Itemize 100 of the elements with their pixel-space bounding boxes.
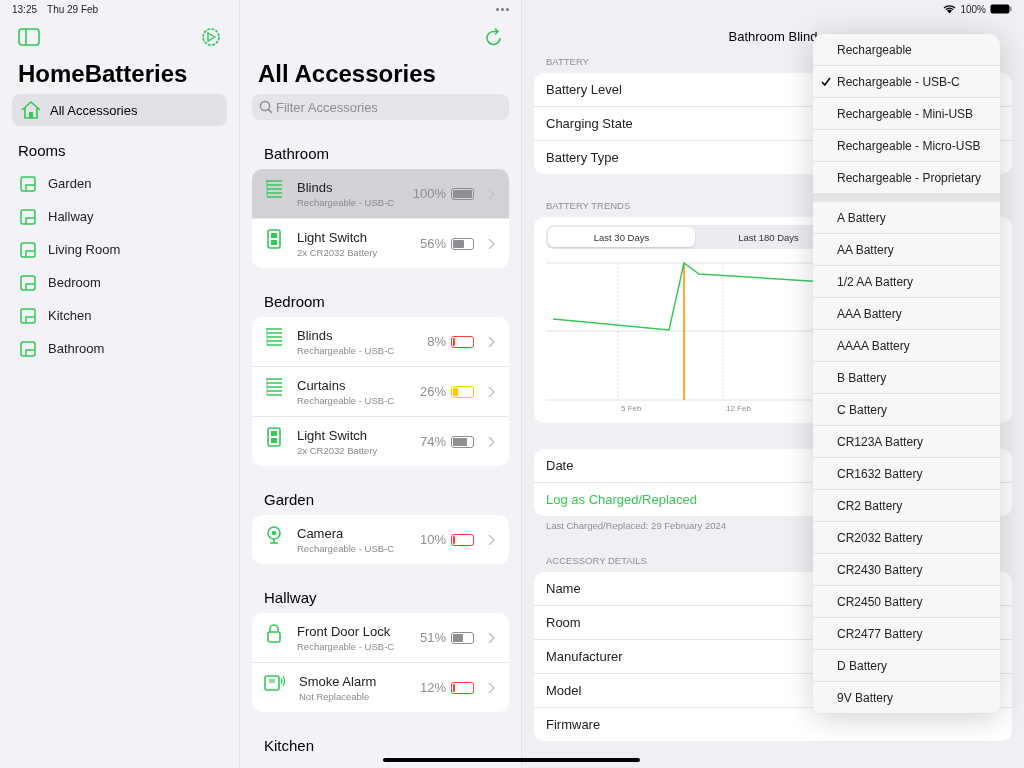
- battery-type-label: 2x CR2032 Battery: [297, 246, 379, 258]
- chevron-icon: [488, 335, 495, 348]
- row-label[interactable]: Manufacturer: [546, 649, 623, 664]
- menu-item-label: A Battery: [837, 209, 886, 226]
- section-header: ACCESSORY DETAILS: [546, 555, 647, 566]
- battery-percent: 10%: [419, 532, 446, 547]
- row-label[interactable]: Battery Type: [546, 150, 619, 165]
- row-label[interactable]: Battery Level: [546, 82, 622, 97]
- accessory-row[interactable]: Front Door Lock Rechargeable - USB-C 51%: [252, 613, 509, 663]
- blinds-icon: [264, 377, 284, 397]
- battery-type-label: Rechargeable - USB-C: [297, 542, 396, 554]
- battery-type-label: Not Replaceable: [299, 690, 371, 702]
- switch-icon: [264, 427, 284, 447]
- menu-item[interactable]: 9V Battery: [813, 682, 1000, 714]
- menu-item-label: C Battery: [837, 401, 887, 418]
- row-label[interactable]: Charging State: [546, 116, 633, 131]
- menu-item[interactable]: Rechargeable - Micro-USB: [813, 130, 1000, 162]
- room-item[interactable]: Hallway: [12, 200, 227, 233]
- battery-percentage: 100%: [960, 3, 986, 15]
- menu-item[interactable]: CR2450 Battery: [813, 586, 1000, 618]
- menu-item-label: AAA Battery: [837, 305, 902, 322]
- battery-percent: 51%: [419, 630, 446, 645]
- row-label[interactable]: Date: [546, 458, 574, 473]
- menu-item[interactable]: AAAA Battery: [813, 330, 1000, 362]
- menu-item[interactable]: Rechargeable - Mini-USB: [813, 98, 1000, 130]
- menu-item-label: CR2 Battery: [837, 497, 903, 514]
- gear-icon[interactable]: [201, 27, 221, 47]
- section-header: Garden: [263, 490, 316, 510]
- axis-label: 12 Feb: [726, 404, 751, 413]
- accessory-row[interactable]: Light Switch 2x CR2032 Battery 74%: [252, 417, 509, 466]
- menu-item-label: 9V Battery: [837, 689, 894, 706]
- page-title: All Accessories: [257, 59, 437, 89]
- section-header: BATTERY: [546, 56, 589, 67]
- battery-type-label: Rechargeable - USB-C: [297, 196, 396, 208]
- menu-item[interactable]: C Battery: [813, 394, 1000, 426]
- menu-item[interactable]: CR2032 Battery: [813, 522, 1000, 554]
- search-field[interactable]: Filter Accessories: [252, 94, 509, 120]
- menu-item[interactable]: D Battery: [813, 650, 1000, 682]
- section-header: BATTERY TRENDS: [546, 200, 631, 211]
- chevron-icon: [488, 681, 495, 694]
- status-time: 13:25: [12, 3, 38, 15]
- room-item[interactable]: Bathroom: [12, 332, 227, 365]
- search-icon: [259, 100, 273, 114]
- menu-item[interactable]: A Battery: [813, 202, 1000, 234]
- menu-item-label: CR2430 Battery: [837, 561, 923, 578]
- wifi-icon: [943, 4, 957, 14]
- room-icon: [20, 274, 36, 291]
- menu-item[interactable]: AAA Battery: [813, 298, 1000, 330]
- menu-item-label: CR2032 Battery: [837, 529, 923, 546]
- row-label[interactable]: Name: [546, 581, 581, 596]
- accessory-row[interactable]: Blinds Rechargeable - USB-C 100%: [252, 169, 509, 219]
- row-label[interactable]: Room: [546, 615, 581, 630]
- accessory-row[interactable]: Blinds Rechargeable - USB-C 8%: [252, 317, 509, 367]
- row-label[interactable]: Model: [546, 683, 582, 698]
- blinds-icon: [264, 327, 284, 347]
- refresh-icon[interactable]: [485, 27, 503, 47]
- menu-item[interactable]: CR1632 Battery: [813, 458, 1000, 490]
- chevron-icon: [488, 237, 495, 250]
- app-title: HomeBatteries: [17, 59, 189, 89]
- battery-type-label: Rechargeable - USB-C: [297, 344, 396, 356]
- menu-item-label: CR2450 Battery: [837, 593, 923, 610]
- menu-item-label: D Battery: [837, 657, 887, 674]
- segment-tab[interactable]: Last 30 Days: [548, 227, 695, 247]
- menu-item[interactable]: AA Battery: [813, 234, 1000, 266]
- menu-item-label: 1/2 AA Battery: [837, 273, 914, 290]
- accessory-row[interactable]: Camera Rechargeable - USB-C 10%: [252, 515, 509, 564]
- menu-item[interactable]: CR123A Battery: [813, 426, 1000, 458]
- room-item[interactable]: Garden: [12, 167, 227, 200]
- accessory-row[interactable]: Light Switch 2x CR2032 Battery 56%: [252, 219, 509, 268]
- menu-item[interactable]: CR2477 Battery: [813, 618, 1000, 650]
- menu-item[interactable]: CR2430 Battery: [813, 554, 1000, 586]
- menu-item[interactable]: 1/2 AA Battery: [813, 266, 1000, 298]
- room-icon: [20, 307, 36, 324]
- menu-item-label: Rechargeable - Micro-USB: [837, 137, 981, 154]
- sidebar-item[interactable]: All Accessories: [12, 94, 227, 126]
- menu-item[interactable]: CR2 Battery: [813, 490, 1000, 522]
- sidebar-toggle-icon[interactable]: [18, 28, 40, 46]
- menu-item-label: Rechargeable - Mini-USB: [837, 105, 974, 122]
- smoke-alarm-icon: [264, 673, 286, 693]
- chevron-icon: [488, 435, 495, 448]
- room-icon: [20, 340, 36, 357]
- section-header: Kitchen: [263, 736, 316, 756]
- axis-label: 5 Feb: [621, 404, 642, 413]
- row-label[interactable]: Firmware: [546, 717, 601, 732]
- accessory-row[interactable]: Curtains Rechargeable - USB-C 26%: [252, 367, 509, 417]
- menu-item-label: Rechargeable - Proprietary: [837, 169, 982, 186]
- menu-item[interactable]: Rechargeable - USB-C: [813, 66, 1000, 98]
- room-item[interactable]: Living Room: [12, 233, 227, 266]
- accessory-name: Blinds: [297, 327, 334, 343]
- menu-item-label: AA Battery: [837, 241, 894, 258]
- menu-item[interactable]: B Battery: [813, 362, 1000, 394]
- room-item[interactable]: Bedroom: [12, 266, 227, 299]
- chevron-icon: [488, 533, 495, 546]
- switch-icon: [264, 229, 284, 249]
- accessory-row[interactable]: Smoke Alarm Not Replaceable 12%: [252, 663, 509, 712]
- menu-item-label: AAAA Battery: [837, 337, 910, 354]
- menu-item-label: CR2477 Battery: [837, 625, 923, 642]
- more-icon[interactable]: [496, 7, 509, 11]
- menu-item-label: CR123A Battery: [837, 433, 924, 450]
- room-item[interactable]: Kitchen: [12, 299, 227, 332]
